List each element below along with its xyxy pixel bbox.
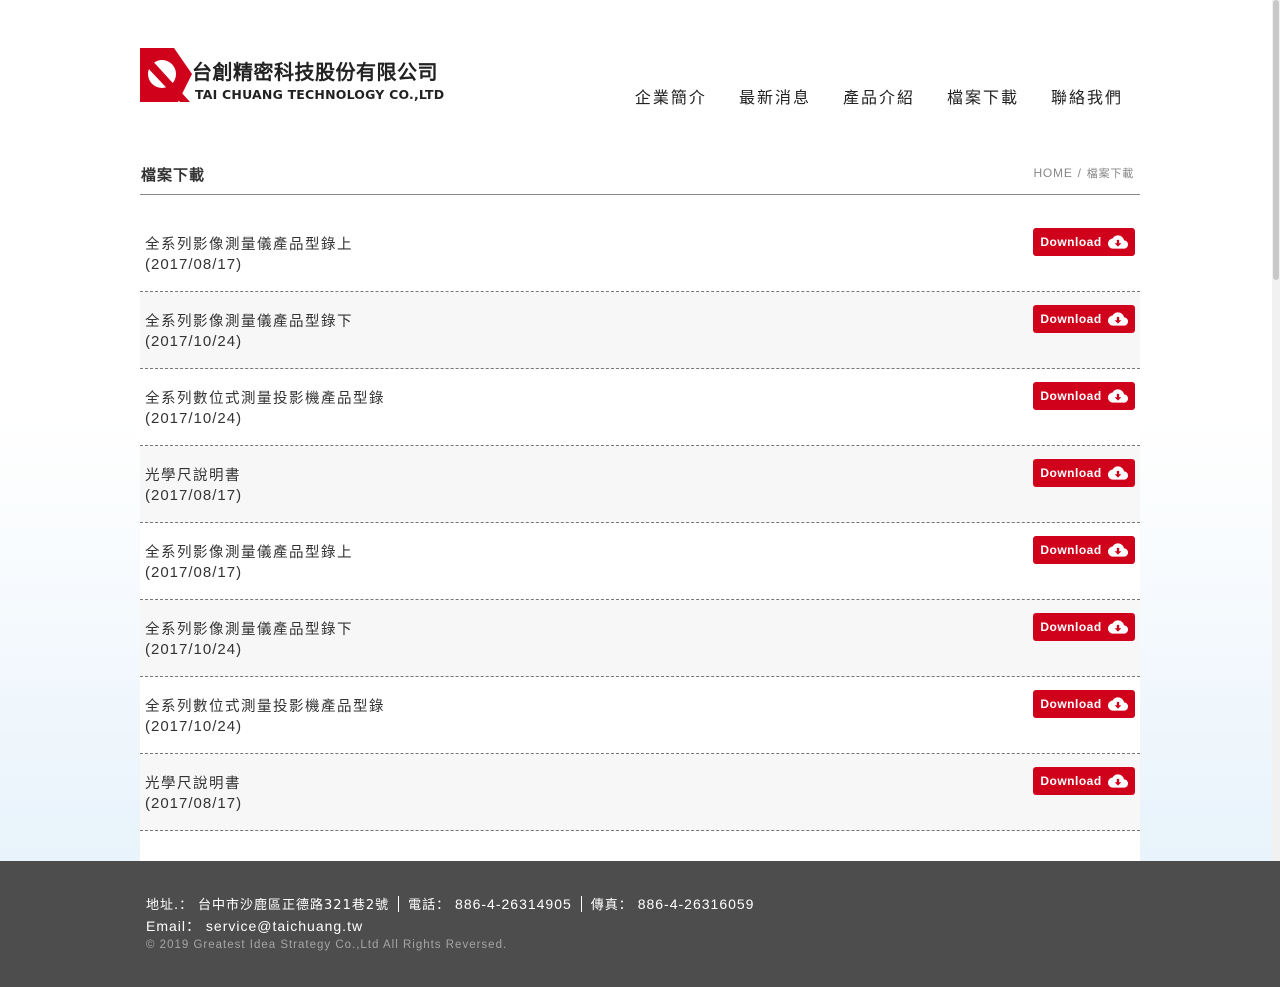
scrollbar-thumb[interactable] xyxy=(1273,0,1279,280)
site-header: 台創精密科技股份有限公司 TAI CHUANG TECHNOLOGY CO.,L… xyxy=(140,46,1140,108)
breadcrumb-separator: / xyxy=(1077,166,1082,180)
download-button-label: Download xyxy=(1040,388,1102,403)
download-list: 全系列影像測量儀產品型錄上 (2017/08/17) Download 全系列影像測量… xyxy=(140,215,1140,861)
file-title: 全系列影像測量儀產品型錄上 xyxy=(145,237,353,253)
download-button-label: Download xyxy=(1040,465,1102,480)
nav-item-products[interactable]: 產品介紹 xyxy=(843,84,915,108)
file-title: 全系列數位式測量投影機產品型錄 xyxy=(145,391,385,407)
footer-email-line: Email： service@taichuang.tw xyxy=(146,916,363,936)
footer-phone: 886-4-26314905 xyxy=(455,896,572,912)
logo-mark-icon xyxy=(140,48,192,102)
cloud-download-icon xyxy=(1107,620,1128,634)
download-row: 全系列影像測量儀產品型錄上 (2017/08/17) Download xyxy=(140,215,1140,292)
page-title-bar: 檔案下載 HOME / 檔案下載 xyxy=(140,160,1140,195)
footer-fax: 886-4-26316059 xyxy=(637,896,755,912)
footer-address-label: 地址.： xyxy=(146,898,194,913)
footer-copyright: © 2019 Greatest Idea Strategy Co.,Ltd Al… xyxy=(146,939,508,951)
file-title: 全系列影像測量儀產品型錄下 xyxy=(145,314,353,330)
file-date: (2017/10/24) xyxy=(145,333,243,350)
footer-divider xyxy=(580,896,582,912)
file-date: (2017/08/17) xyxy=(145,564,243,581)
file-title: 光學尺說明書 xyxy=(145,776,241,792)
scrollbar-track[interactable] xyxy=(1272,0,1280,987)
download-button-label: Download xyxy=(1040,234,1102,249)
cloud-download-icon xyxy=(1107,389,1128,403)
footer-address: 台中市沙鹿區正德路321巷2號 xyxy=(198,898,390,913)
file-date: (2017/08/17) xyxy=(145,487,243,504)
breadcrumb: HOME / 檔案下載 xyxy=(1033,165,1134,181)
site-logo[interactable]: 台創精密科技股份有限公司 TAI CHUANG TECHNOLOGY CO.,L… xyxy=(140,46,450,104)
brand-name-en: TAI CHUANG TECHNOLOGY CO.,LTD xyxy=(195,87,445,102)
file-title: 全系列數位式測量投影機產品型錄 xyxy=(145,699,385,715)
footer-divider xyxy=(398,896,400,912)
cloud-download-icon xyxy=(1107,774,1128,788)
page-title: 檔案下載 xyxy=(141,166,206,184)
download-button[interactable]: Download xyxy=(1033,305,1135,333)
download-row: 全系列影像測量儀產品型錄下 (2017/10/24) Download xyxy=(140,600,1140,677)
file-title: 全系列影像測量儀產品型錄下 xyxy=(145,622,353,638)
download-button-label: Download xyxy=(1040,311,1102,326)
footer-fax-label: 傳真： xyxy=(590,898,633,913)
download-button[interactable]: Download xyxy=(1033,767,1135,795)
site-footer: 地址.： 台中市沙鹿區正德路321巷2號 電話： 886-4-26314905 傳真… xyxy=(0,861,1280,987)
nav-item-about[interactable]: 企業簡介 xyxy=(635,84,707,108)
file-date: (2017/08/17) xyxy=(145,795,243,812)
cloud-download-icon xyxy=(1107,235,1128,249)
download-button[interactable]: Download xyxy=(1033,613,1135,641)
nav-item-downloads[interactable]: 檔案下載 xyxy=(947,84,1019,108)
footer-phone-label: 電話： xyxy=(408,898,451,913)
cloud-download-icon xyxy=(1107,697,1128,711)
nav-item-contact[interactable]: 聯絡我們 xyxy=(1051,84,1123,108)
file-title: 光學尺說明書 xyxy=(145,468,241,484)
download-button[interactable]: Download xyxy=(1033,382,1135,410)
brand-name-cn: 台創精密科技股份有限公司 xyxy=(192,60,438,84)
file-date: (2017/10/24) xyxy=(145,718,243,735)
nav-item-news[interactable]: 最新消息 xyxy=(739,84,811,108)
cloud-download-icon xyxy=(1107,543,1128,557)
file-title: 全系列影像測量儀產品型錄上 xyxy=(145,545,353,561)
footer-email[interactable]: service@taichuang.tw xyxy=(206,918,363,934)
file-date: (2017/08/17) xyxy=(145,256,243,273)
download-button[interactable]: Download xyxy=(1033,536,1135,564)
download-row: 光學尺說明書 (2017/08/17) Download xyxy=(140,446,1140,523)
download-button-label: Download xyxy=(1040,696,1102,711)
cloud-download-icon xyxy=(1107,466,1128,480)
download-button[interactable]: Download xyxy=(1033,690,1135,718)
file-date: (2017/10/24) xyxy=(145,410,243,427)
download-button[interactable]: Download xyxy=(1033,228,1135,256)
download-row: 全系列數位式測量投影機產品型錄 (2017/10/24) Download xyxy=(140,677,1140,754)
download-row: 全系列影像測量儀產品型錄上 (2017/08/17) Download xyxy=(140,523,1140,600)
file-date: (2017/10/24) xyxy=(145,641,243,658)
download-row: 全系列數位式測量投影機產品型錄 (2017/10/24) Download xyxy=(140,369,1140,446)
download-row: 全系列影像測量儀產品型錄下 (2017/10/24) Download xyxy=(140,292,1140,369)
download-button[interactable]: Download xyxy=(1033,459,1135,487)
download-button-label: Download xyxy=(1040,542,1102,557)
download-row: 光學尺說明書 (2017/08/17) Download xyxy=(140,754,1140,831)
download-button-label: Download xyxy=(1040,773,1102,788)
footer-email-label: Email： xyxy=(146,918,202,934)
footer-contact-line: 地址.： 台中市沙鹿區正德路321巷2號 電話： 886-4-26314905 傳真… xyxy=(146,894,754,913)
main-nav: 企業簡介 最新消息 產品介紹 檔案下載 聯絡我們 xyxy=(603,84,1123,108)
breadcrumb-home-link[interactable]: HOME xyxy=(1033,166,1072,180)
cloud-download-icon xyxy=(1107,312,1128,326)
breadcrumb-current: 檔案下載 xyxy=(1086,167,1134,180)
download-button-label: Download xyxy=(1040,619,1102,634)
